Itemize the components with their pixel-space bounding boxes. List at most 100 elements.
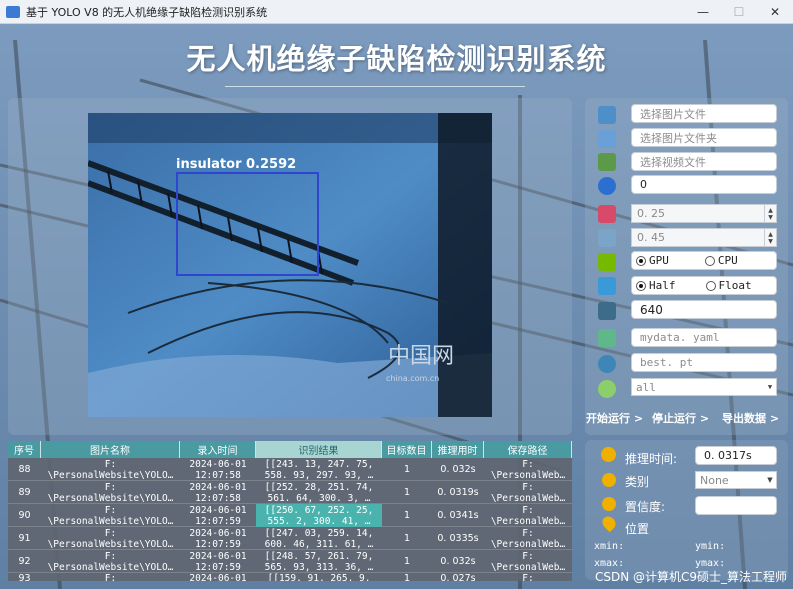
- table-row[interactable]: 89 F: \PersonalWebsite\YOLO… 2024-06-01 12…: [8, 481, 572, 504]
- float-label: Float: [718, 279, 752, 292]
- cell-path-line2: \PersonalWeb…: [490, 561, 566, 573]
- cell-count: 1: [403, 510, 411, 521]
- cell-path-line1: F:: [522, 550, 534, 562]
- cell-name-line1: F:: [104, 481, 117, 493]
- confidence-value: 0. 45: [637, 231, 665, 244]
- float-radio[interactable]: [705, 280, 716, 291]
- table-row[interactable]: 93 F: 2024-06-01 [[159. 91, 265. 9, 1 0.…: [8, 573, 572, 581]
- cell-path-line2: \PersonalWeb…: [490, 515, 566, 527]
- cell-name-line1: F:: [104, 527, 117, 539]
- col-header-count[interactable]: 目标数目: [382, 441, 432, 458]
- cell-count: 1: [403, 487, 411, 498]
- cell-time-date: 2024-06-01: [189, 527, 247, 539]
- cell-result-line1: [[159. 91, 265. 9,: [267, 573, 371, 581]
- iou-value: 0. 25: [637, 207, 665, 220]
- start-button[interactable]: 开始运行 >: [586, 410, 643, 426]
- data-yaml-input[interactable]: mydata. yaml: [631, 328, 777, 347]
- cell-name-line1: F:: [104, 504, 117, 516]
- table-row[interactable]: 92 F: \PersonalWebsite\YOLO… 2024-06-01 12…: [8, 550, 572, 573]
- export-button[interactable]: 导出数据 >: [722, 410, 779, 426]
- data-yaml-icon[interactable]: [598, 329, 616, 347]
- class-result-value: None: [700, 473, 729, 487]
- cell-index: 91: [18, 533, 31, 544]
- video-file-icon[interactable]: [598, 153, 616, 171]
- detection-label: insulator 0.2592: [176, 157, 297, 172]
- minimize-button[interactable]: —: [685, 0, 721, 24]
- cpu-label: CPU: [717, 254, 738, 267]
- device-radio-group: GPU CPU: [631, 251, 777, 270]
- col-header-index[interactable]: 序号: [8, 441, 41, 458]
- ymin-label: ymin:: [695, 541, 726, 552]
- cell-index: 90: [18, 510, 31, 521]
- weights-input[interactable]: best. pt: [631, 353, 777, 372]
- select-video-input[interactable]: 选择视频文件: [631, 152, 777, 171]
- class-filter-icon: [598, 380, 616, 398]
- infer-time-label: 推理时间:: [625, 452, 678, 466]
- table-row[interactable]: 88 F: \PersonalWebsite\YOLO… 2024-06-01 12…: [8, 458, 572, 481]
- camera-icon[interactable]: [598, 177, 616, 195]
- maximize-button[interactable]: ☐: [721, 0, 757, 24]
- iou-spinbox[interactable]: 0. 25 ▲ ▼: [631, 204, 777, 223]
- class-filter-value: all: [636, 380, 656, 394]
- col-header-time[interactable]: 录入时间: [180, 441, 256, 458]
- cell-result-line1: [[250. 67, 252. 25,: [264, 504, 374, 516]
- cpu-radio[interactable]: [704, 255, 715, 266]
- results-table: 序号 图片名称 录入时间 识别结果 目标数目 推理用时 保存路径 88 F: \P…: [8, 441, 572, 581]
- cell-count: 1: [403, 556, 411, 567]
- cell-infer-time: 0. 0341s: [437, 510, 479, 521]
- select-image-input[interactable]: 选择图片文件: [631, 104, 777, 123]
- cell-result-line2: 561. 64, 300. 3, …: [267, 492, 371, 504]
- image-file-icon[interactable]: [598, 106, 616, 124]
- cell-infer-time: 0. 027s: [440, 573, 476, 581]
- precision-icon: [598, 277, 616, 295]
- cell-time-clock: 12:07:59: [195, 561, 241, 573]
- weights-icon[interactable]: [598, 355, 616, 373]
- cell-time-date: 2024-06-01: [189, 458, 247, 470]
- cell-infer-time: 0. 0319s: [437, 487, 479, 498]
- class-result-select[interactable]: None ▼: [695, 471, 777, 489]
- cell-name-line1: F:: [104, 573, 117, 581]
- select-folder-input[interactable]: 选择图片文件夹: [631, 128, 777, 147]
- col-header-image-name[interactable]: 图片名称: [41, 441, 180, 458]
- close-button[interactable]: ✕: [757, 0, 793, 24]
- cell-name-line2: \PersonalWebsite\YOLO…: [47, 492, 174, 504]
- confidence-stepper[interactable]: ▲ ▼: [764, 229, 776, 246]
- cell-name-line2: \PersonalWebsite\YOLO…: [47, 515, 174, 527]
- cell-index: 92: [18, 556, 31, 567]
- cell-path-line2: \PersonalWeb…: [490, 538, 566, 550]
- clock-icon: [601, 447, 616, 462]
- table-row-selected[interactable]: 90 F: \PersonalWebsite\YOLO… 2024-06-01 12…: [8, 504, 572, 527]
- camera-index-input[interactable]: 0: [631, 175, 777, 194]
- table-row[interactable]: 91 F: \PersonalWebsite\YOLO… 2024-06-01 12…: [8, 527, 572, 550]
- cell-time-clock: 12:07:58: [195, 492, 241, 504]
- cell-path-line2: \PersonalWeb…: [490, 469, 566, 481]
- cell-index: 89: [18, 487, 31, 498]
- window-title: 基于 YOLO V8 的无人机绝缘子缺陷检测识别系统: [26, 5, 268, 19]
- half-radio[interactable]: [636, 280, 646, 291]
- class-filter-select[interactable]: all ▼: [631, 378, 777, 396]
- col-header-save-path[interactable]: 保存路径: [484, 441, 572, 458]
- col-header-infer-time[interactable]: 推理用时: [432, 441, 484, 458]
- confidence-spinbox[interactable]: 0. 45 ▲ ▼: [631, 228, 777, 247]
- cell-infer-time: 0. 032s: [440, 464, 476, 475]
- source-watermark-cn: 中国网: [388, 344, 454, 369]
- confidence-result-value: [695, 496, 777, 515]
- cell-time-date: 2024-06-01: [189, 504, 247, 516]
- cell-index: 88: [18, 464, 31, 475]
- image-size-icon: [598, 302, 616, 320]
- stop-button[interactable]: 停止运行 >: [652, 410, 709, 426]
- gpu-radio[interactable]: [636, 255, 646, 266]
- iou-icon: [598, 205, 616, 223]
- cell-time-clock: 12:07:58: [195, 469, 241, 481]
- cell-time-clock: 12:07:59: [195, 538, 241, 550]
- cell-name-line2: \PersonalWebsite\YOLO…: [47, 538, 174, 550]
- image-folder-icon[interactable]: [598, 130, 616, 148]
- cell-infer-time: 0. 032s: [440, 556, 476, 567]
- cell-result-line1: [[252. 28, 251. 74,: [264, 481, 374, 493]
- app-icon: [6, 5, 20, 18]
- image-size-input[interactable]: 640: [631, 300, 777, 319]
- iou-stepper[interactable]: ▲ ▼: [764, 205, 776, 222]
- half-label: Half: [649, 279, 676, 292]
- cell-result-line2: 565. 93, 313. 36, …: [264, 561, 374, 573]
- col-header-result[interactable]: 识别结果: [256, 441, 382, 458]
